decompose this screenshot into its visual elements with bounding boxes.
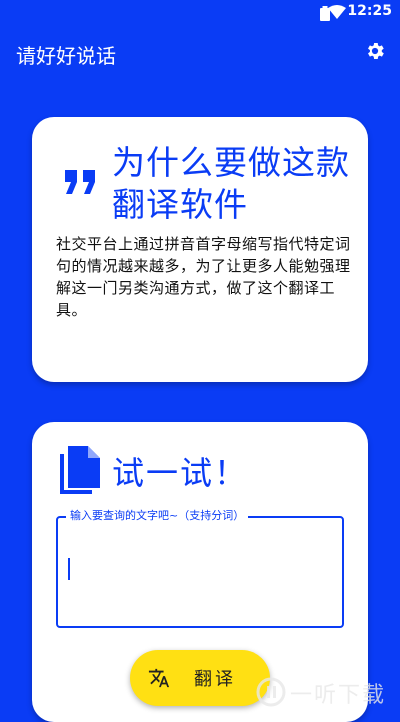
try-title: 试一试！ — [112, 454, 249, 492]
quote-icon — [65, 170, 95, 194]
status-bar: 12:25 — [0, 0, 400, 26]
translate-button[interactable]: 翻译 — [130, 650, 270, 706]
query-input[interactable] — [68, 554, 332, 584]
app-bar: 请好好说话 — [0, 26, 400, 82]
query-field[interactable]: 输入要查询的文字吧~（支持分词） — [56, 508, 344, 628]
intro-card: 为什么要做这款翻译软件 社交平台上通过拼音首字母缩写指代特定词句的情况越来越多，… — [32, 117, 368, 382]
translate-icon — [148, 668, 170, 688]
query-field-label: 输入要查询的文字吧~（支持分词） — [66, 508, 249, 524]
watermark-text: 一听下载 — [290, 683, 387, 708]
text-caret — [68, 558, 70, 580]
gear-icon[interactable] — [364, 40, 386, 62]
intro-headline: 为什么要做这款翻译软件 — [112, 143, 350, 224]
watermark-logo-icon — [256, 677, 286, 707]
watermark: 一听下载 — [254, 675, 394, 709]
app-title: 请好好说话 — [16, 44, 116, 68]
document-icon — [60, 446, 100, 494]
status-time: 12:25 — [347, 3, 392, 19]
intro-description: 社交平台上通过拼音首字母缩写指代特定词句的情况越来越多，为了让更多人能勉强理解这… — [56, 235, 351, 319]
translate-button-label: 翻译 — [194, 669, 236, 689]
wifi-icon — [328, 5, 346, 19]
